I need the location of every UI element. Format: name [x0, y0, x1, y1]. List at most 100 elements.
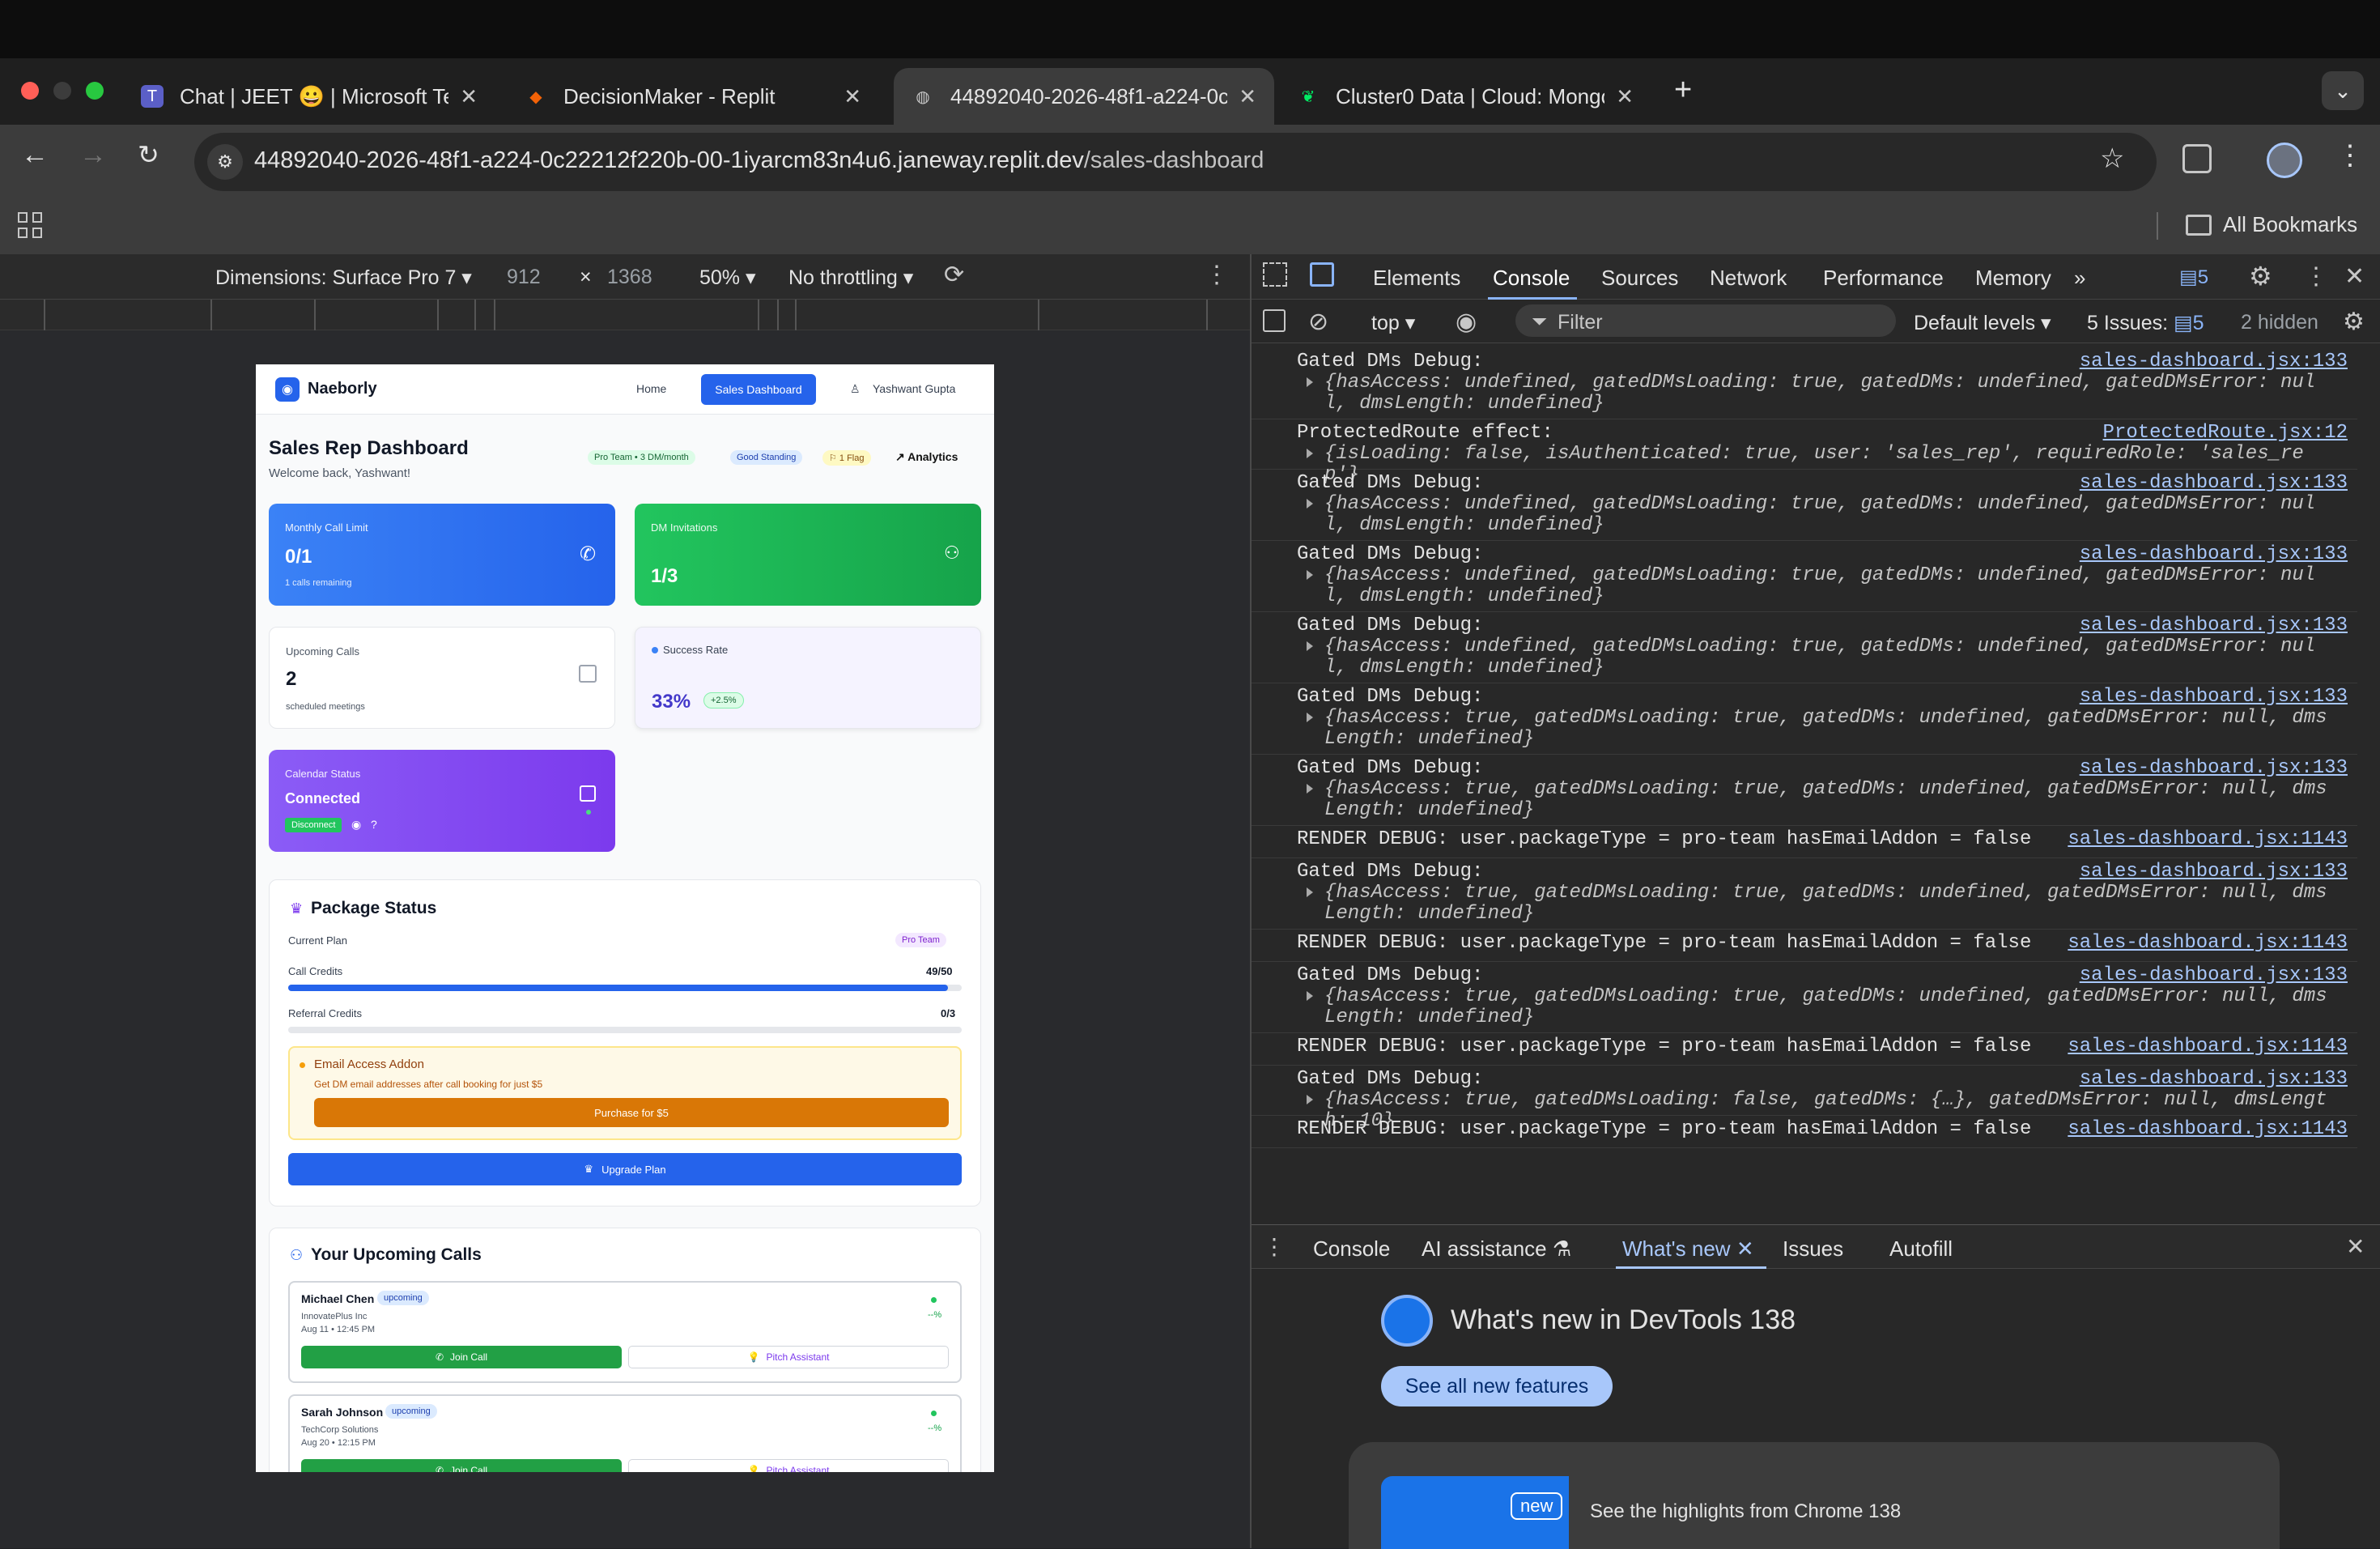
back-button[interactable]: ← [21, 139, 49, 171]
site-info-icon[interactable]: ⚙ [207, 144, 243, 180]
drawer-menu-icon[interactable]: ⋮ [1263, 1233, 1286, 1260]
tab-sources[interactable]: Sources [1601, 266, 1678, 291]
extensions-icon[interactable] [2182, 144, 2212, 173]
console-log-row[interactable]: Gated DMs Debug: sales-dashboard.jsx:133{… [1252, 962, 2357, 1033]
expand-triangle-icon[interactable] [1307, 887, 1313, 897]
issues-button[interactable]: 5 Issues: ▤5 [2087, 311, 2204, 335]
log-source-link[interactable]: sales-dashboard.jsx:1143 [2068, 829, 2348, 850]
tab-network[interactable]: Network [1710, 266, 1787, 291]
log-object-preview[interactable]: {hasAccess: undefined, gatedDMsLoading: … [1324, 494, 2336, 536]
log-source-link[interactable]: sales-dashboard.jsx:133 [2080, 758, 2348, 779]
pitch-assistant-button[interactable]: 💡 Pitch Assistant [628, 1459, 949, 1472]
log-source-link[interactable]: sales-dashboard.jsx:133 [2080, 615, 2348, 636]
tab-elements[interactable]: Elements [1373, 266, 1460, 291]
log-object-preview[interactable]: {hasAccess: true, gatedDMsLoading: true,… [1324, 883, 2336, 925]
log-source-link[interactable]: sales-dashboard.jsx:133 [2080, 473, 2348, 494]
console-log-row[interactable]: RENDER DEBUG: user.packageType = pro-tea… [1252, 1033, 2357, 1066]
log-source-link[interactable]: sales-dashboard.jsx:133 [2080, 1069, 2348, 1090]
log-object-preview[interactable]: {hasAccess: true, gatedDMsLoading: true,… [1324, 779, 2336, 821]
console-log-row[interactable]: Gated DMs Debug: sales-dashboard.jsx:133{… [1252, 612, 2357, 683]
see-all-features-button[interactable]: See all new features [1381, 1366, 1613, 1406]
drawer-tab-ai-assistance[interactable]: AI assistance ⚗ [1422, 1236, 1571, 1262]
nav-home[interactable]: Home [636, 382, 666, 395]
console-log-row[interactable]: Gated DMs Debug: sales-dashboard.jsx:133{… [1252, 755, 2357, 826]
expand-triangle-icon[interactable] [1307, 1095, 1313, 1104]
console-log-row[interactable]: RENDER DEBUG: user.packageType = pro-tea… [1252, 1116, 2357, 1148]
pitch-assistant-button[interactable]: 💡 Pitch Assistant [628, 1346, 949, 1368]
expand-triangle-icon[interactable] [1307, 784, 1313, 794]
log-levels-dropdown[interactable]: Default levels ▾ [1914, 311, 2051, 335]
sidebar-toggle-icon[interactable] [1263, 309, 1286, 332]
tab-mongodb[interactable]: ❦ Cluster0 Data | Cloud: MongoDB Cloud ✕ [1279, 68, 1651, 125]
console-log-row[interactable]: Gated DMs Debug: sales-dashboard.jsx:133{… [1252, 683, 2357, 755]
bookmark-star-icon[interactable]: ☆ [2100, 143, 2124, 175]
console-settings-gear-icon[interactable]: ⚙ [2343, 308, 2365, 336]
eye-icon[interactable]: ◉ [351, 818, 361, 832]
log-object-preview[interactable]: {hasAccess: undefined, gatedDMsLoading: … [1324, 372, 2336, 415]
log-source-link[interactable]: ProtectedRoute.jsx:12 [2103, 423, 2348, 444]
context-selector[interactable]: top ▾ [1371, 311, 1415, 335]
close-tab-icon[interactable]: ✕ [460, 84, 478, 109]
nav-user-name[interactable]: Yashwant Gupta [873, 382, 955, 395]
tab-replit[interactable]: ◆ DecisionMaker - Replit ✕ [507, 68, 879, 125]
log-object-preview[interactable]: {hasAccess: undefined, gatedDMsLoading: … [1324, 565, 2336, 607]
inspect-element-icon[interactable] [1263, 262, 1287, 287]
expand-triangle-icon[interactable] [1307, 449, 1313, 458]
drawer-tab-autofill[interactable]: Autofill [1889, 1236, 1953, 1262]
expand-triangle-icon[interactable] [1307, 991, 1313, 1001]
issues-counter[interactable]: ▤5 [2179, 266, 2208, 289]
join-call-button[interactable]: ✆ Join Call [301, 1346, 622, 1368]
log-source-link[interactable]: sales-dashboard.jsx:1143 [2068, 1036, 2348, 1057]
console-log-row[interactable]: Gated DMs Debug: sales-dashboard.jsx:133{… [1252, 541, 2357, 612]
brand-name[interactable]: Naeborly [308, 380, 377, 398]
close-tab-icon[interactable]: ✕ [844, 84, 861, 109]
console-log-row[interactable]: RENDER DEBUG: user.packageType = pro-tea… [1252, 826, 2357, 858]
tab-teams[interactable]: T Chat | JEET 😀 | Microsoft Teams ✕ [123, 68, 495, 125]
profile-avatar[interactable] [2267, 143, 2302, 178]
apps-grid-icon[interactable] [18, 212, 44, 238]
tab-console[interactable]: Console [1493, 266, 1570, 291]
log-object-preview[interactable]: {hasAccess: undefined, gatedDMsLoading: … [1324, 636, 2336, 679]
console-log-row[interactable]: Gated DMs Debug: sales-dashboard.jsx:133{… [1252, 348, 2357, 419]
log-object-preview[interactable]: {hasAccess: true, gatedDMsLoading: true,… [1324, 986, 2336, 1028]
log-source-link[interactable]: sales-dashboard.jsx:1143 [2068, 933, 2348, 954]
console-log-row[interactable]: Gated DMs Debug: sales-dashboard.jsx:133{… [1252, 1066, 2357, 1132]
expand-triangle-icon[interactable] [1307, 713, 1313, 722]
close-icon[interactable]: ✕ [1736, 1236, 1754, 1261]
media-query-ruler[interactable] [0, 300, 1250, 330]
expand-triangle-icon[interactable] [1307, 641, 1313, 651]
log-source-link[interactable]: sales-dashboard.jsx:1143 [2068, 1119, 2348, 1140]
close-tab-icon[interactable]: ✕ [1616, 84, 1634, 109]
console-log-row[interactable]: ProtectedRoute effect: ProtectedRoute.jsx… [1252, 419, 2357, 486]
tab-replit-dev-active[interactable]: ◍ 44892040-2026-48f1-a224-0c22212f220b-0… [894, 68, 1274, 125]
live-expression-eye-icon[interactable]: ◉ [1456, 308, 1477, 336]
device-toolbar-menu-icon[interactable]: ⋮ [1205, 261, 1229, 289]
nav-sales-dashboard[interactable]: Sales Dashboard [701, 374, 816, 405]
clear-console-icon[interactable]: ⊘ [1308, 308, 1328, 336]
purchase-addon-button[interactable]: Purchase for $5 [314, 1098, 949, 1127]
disconnect-button[interactable]: Disconnect [285, 818, 342, 832]
all-bookmarks-button[interactable]: All Bookmarks [2186, 212, 2357, 237]
close-drawer-icon[interactable]: ✕ [2346, 1233, 2365, 1260]
kebab-menu-icon[interactable]: ⋮ [2336, 139, 2364, 172]
tab-search-button[interactable]: ⌄ [2322, 71, 2364, 110]
zoom-window-button[interactable] [86, 82, 104, 100]
devtools-menu-icon[interactable]: ⋮ [2304, 262, 2328, 291]
expand-triangle-icon[interactable] [1307, 377, 1313, 387]
help-icon[interactable]: ? [371, 818, 377, 831]
close-devtools-icon[interactable]: ✕ [2344, 262, 2365, 291]
log-object-preview[interactable]: {hasAccess: true, gatedDMsLoading: true,… [1324, 708, 2336, 750]
forward-button[interactable]: → [79, 139, 107, 171]
height-input[interactable]: 1368 [607, 266, 652, 289]
reload-button[interactable]: ↻ [138, 139, 159, 170]
console-log-row[interactable]: RENDER DEBUG: user.packageType = pro-tea… [1252, 930, 2357, 962]
log-source-link[interactable]: sales-dashboard.jsx:133 [2080, 544, 2348, 565]
console-log-row[interactable]: Gated DMs Debug: sales-dashboard.jsx:133{… [1252, 470, 2357, 541]
expand-triangle-icon[interactable] [1307, 570, 1313, 580]
minimize-window-button[interactable] [53, 82, 71, 100]
rotate-icon[interactable]: ⟳ [944, 261, 964, 289]
dimensions-dropdown[interactable]: Dimensions: Surface Pro 7 ▾ [215, 266, 472, 290]
analytics-button[interactable]: ↗ Analytics [895, 450, 958, 464]
drawer-tab-console[interactable]: Console [1313, 1236, 1390, 1262]
drawer-tab-whats-new[interactable]: What's new ✕ [1622, 1236, 1754, 1262]
